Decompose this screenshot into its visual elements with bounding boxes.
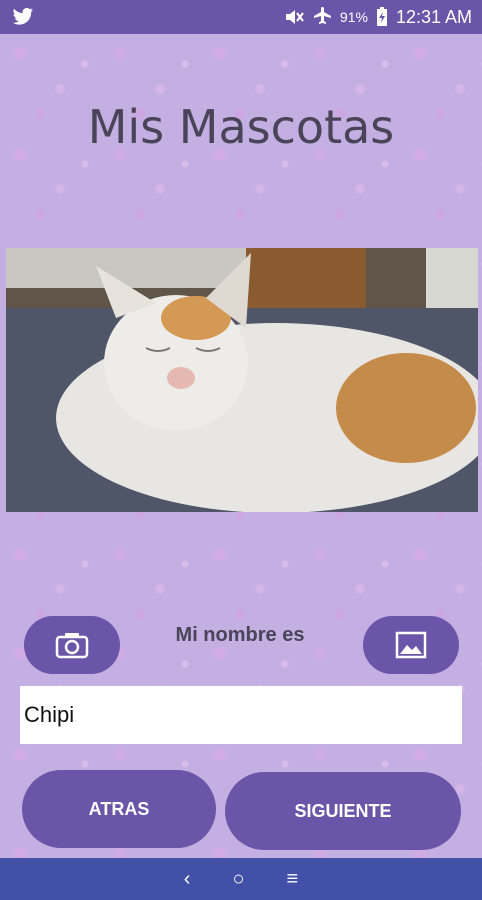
twitter-icon xyxy=(12,8,34,25)
nav-recents-icon[interactable]: ≡ xyxy=(287,868,299,891)
page-title: Mis Mascotas xyxy=(87,100,395,154)
clock: 12:31 AM xyxy=(395,6,472,27)
battery-icon xyxy=(376,7,387,26)
system-nav-bar: ‹ ○ ≡ xyxy=(0,858,482,900)
pet-photo xyxy=(6,248,478,512)
airplane-icon xyxy=(313,7,331,24)
status-bar: 91% 12:31 AM xyxy=(0,0,482,34)
camera-icon xyxy=(55,633,89,659)
mute-icon xyxy=(285,10,304,24)
camera-button[interactable] xyxy=(24,616,120,674)
back-button[interactable]: ATRAS xyxy=(22,770,216,848)
gallery-button[interactable] xyxy=(363,616,459,674)
main-content: Mis Mascotas Mi nombre es Chipi ATRAS SI… xyxy=(0,34,482,858)
cat-photo-image xyxy=(6,248,478,512)
nav-home-icon[interactable]: ○ xyxy=(232,868,244,891)
nav-back-icon[interactable]: ‹ xyxy=(184,868,191,891)
name-label: Mi nombre es xyxy=(175,624,305,646)
battery-percent: 91% xyxy=(339,9,368,25)
pet-name-input[interactable] xyxy=(20,686,462,744)
next-button[interactable]: SIGUIENTE xyxy=(225,772,461,850)
image-icon xyxy=(395,631,427,659)
